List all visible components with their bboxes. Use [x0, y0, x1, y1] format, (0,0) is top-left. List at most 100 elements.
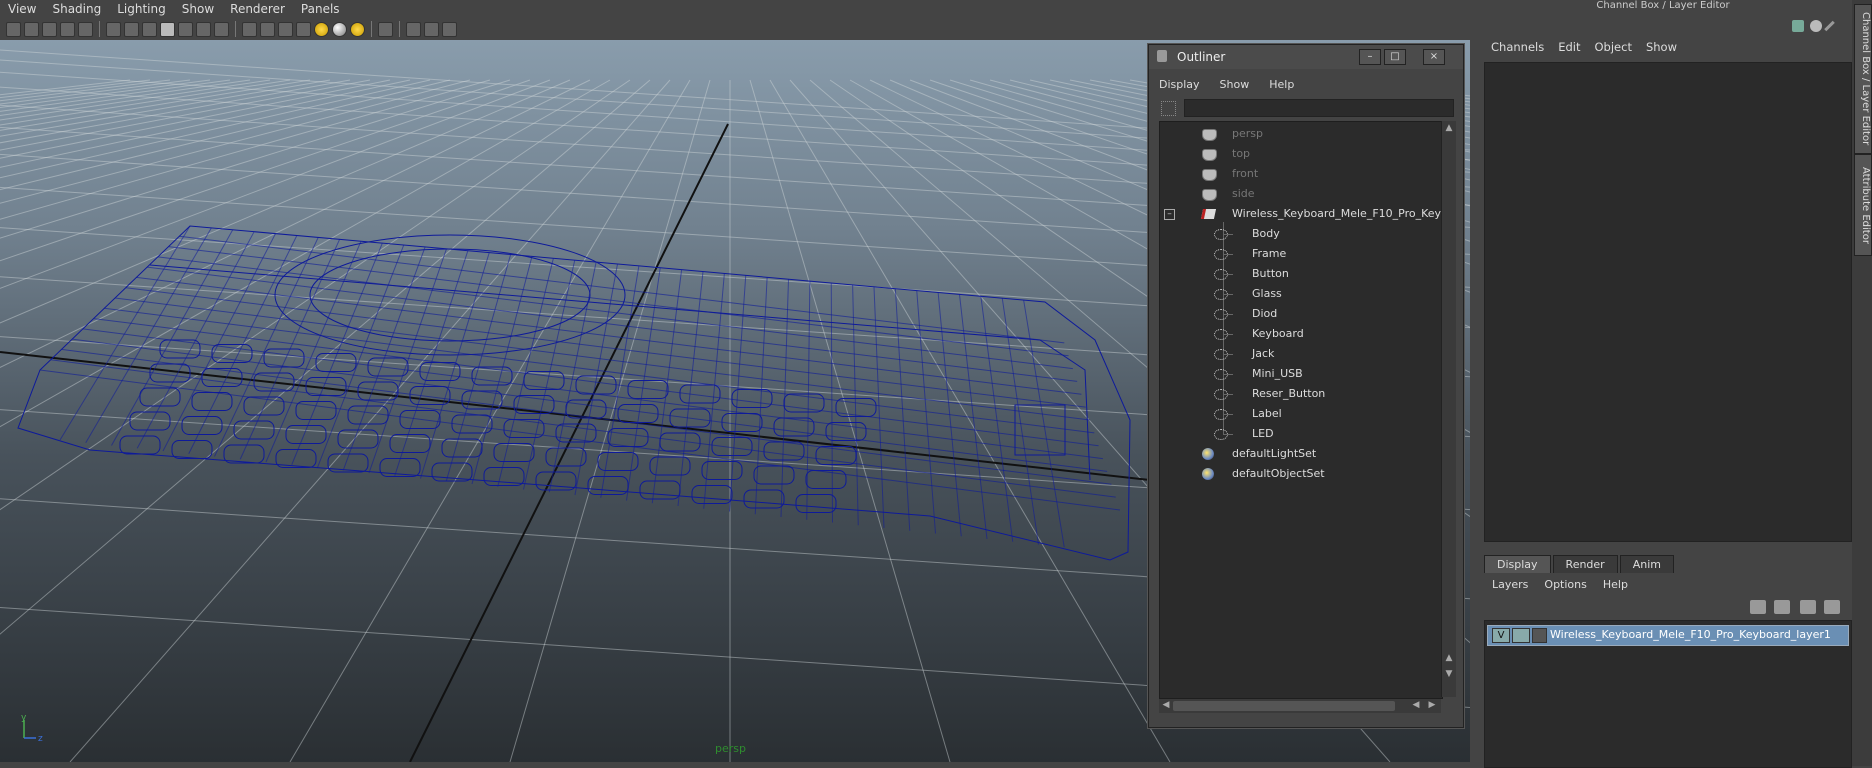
menu-lighting[interactable]: Lighting — [109, 2, 174, 16]
outliner-item-diod[interactable]: Diod — [1160, 304, 1442, 324]
grease-pencil-icon[interactable] — [78, 21, 93, 37]
film-gate-icon[interactable] — [124, 21, 139, 37]
outliner-horizontal-scrollbar[interactable]: ◀ ◀ ▶ — [1159, 699, 1441, 713]
outliner-menu-help[interactable]: Help — [1259, 75, 1304, 95]
collapse-toggle-icon[interactable]: – — [1164, 209, 1175, 220]
xray-components-icon[interactable] — [442, 21, 457, 37]
outliner-item-side[interactable]: side — [1160, 184, 1442, 204]
outliner-menu-show[interactable]: Show — [1210, 75, 1260, 95]
outliner-search-input[interactable] — [1184, 99, 1454, 117]
resolution-gate-icon[interactable] — [142, 21, 157, 37]
menu-show[interactable]: Show — [1639, 40, 1684, 54]
minimize-button[interactable]: – — [1359, 49, 1381, 65]
layer-color-swatch[interactable] — [1532, 628, 1547, 643]
outliner-item-front[interactable]: front — [1160, 164, 1442, 184]
menu-view[interactable]: View — [0, 2, 44, 16]
manipulator-icon[interactable] — [1792, 20, 1804, 32]
scroll-up-arrow-icon[interactable]: ▲ — [1442, 123, 1456, 133]
outliner-item-label: Label — [1252, 407, 1282, 420]
channel-box-layer-editor: Channel Box / Layer Editor Channels Edit… — [1474, 0, 1852, 768]
new-layer-selected-icon[interactable] — [1824, 600, 1840, 614]
tab-anim[interactable]: Anim — [1619, 555, 1674, 573]
use-all-lights-icon[interactable] — [314, 21, 329, 37]
outliner-item-button[interactable]: Button — [1160, 264, 1442, 284]
select-camera-icon[interactable] — [6, 21, 21, 37]
outliner-item-mini-usb[interactable]: Mini_USB — [1160, 364, 1442, 384]
layer-playback-toggle[interactable] — [1512, 628, 1530, 643]
grid-toggle-icon[interactable] — [106, 21, 121, 37]
outliner-item-defaultlightset[interactable]: defaultLightSet — [1160, 444, 1442, 464]
gate-mask-icon[interactable] — [160, 21, 175, 37]
layer-list: V Wireless_Keyboard_Mele_F10_Pro_Keyboar… — [1484, 620, 1852, 768]
shadows-icon[interactable] — [332, 21, 347, 37]
scroll-right-arrow-icon[interactable]: ▶ — [1425, 700, 1439, 710]
safe-action-icon[interactable] — [196, 21, 211, 37]
menu-help[interactable]: Help — [1595, 578, 1636, 591]
scroll-down-arrow-icon[interactable]: ▼ — [1442, 669, 1456, 679]
display-toggle-icon[interactable] — [1810, 20, 1822, 32]
smooth-shading-icon[interactable] — [260, 21, 275, 37]
tab-display[interactable]: Display — [1484, 555, 1551, 573]
axis-label-z: z — [38, 734, 43, 742]
move-layer-up-icon[interactable] — [1750, 600, 1766, 614]
filter-icon[interactable] — [1161, 101, 1176, 116]
scroll-up-arrow-icon[interactable]: ▲ — [1442, 653, 1456, 663]
wireframe-shading-icon[interactable] — [242, 21, 257, 37]
tab-attribute-editor[interactable]: Attribute Editor — [1854, 154, 1872, 256]
object-set-icon — [1202, 468, 1214, 480]
tab-render[interactable]: Render — [1552, 555, 1618, 573]
menu-channels[interactable]: Channels — [1484, 40, 1551, 54]
layer-editor-tabs: Display Render Anim — [1484, 555, 1674, 573]
new-layer-icon[interactable] — [1800, 600, 1816, 614]
outliner-item-keyboard[interactable]: Keyboard — [1160, 324, 1442, 344]
bookmarks-icon[interactable] — [42, 21, 57, 37]
default-light-icon[interactable] — [350, 21, 365, 37]
outliner-item-label[interactable]: Label — [1160, 404, 1442, 424]
outliner-item-label: Body — [1252, 227, 1280, 240]
outliner-item-jack[interactable]: Jack — [1160, 344, 1442, 364]
menu-renderer[interactable]: Renderer — [222, 2, 293, 16]
axis-line-x — [0, 351, 1151, 481]
isolate-select-icon[interactable] — [378, 21, 393, 37]
layer-row[interactable]: V Wireless_Keyboard_Mele_F10_Pro_Keyboar… — [1487, 625, 1849, 646]
outliner-titlebar[interactable]: Outliner – □ × — [1149, 45, 1463, 69]
menu-layers[interactable]: Layers — [1484, 578, 1536, 591]
move-layer-down-icon[interactable] — [1774, 600, 1790, 614]
outliner-item-reser-button[interactable]: Reser_Button — [1160, 384, 1442, 404]
keyboard-top-edge — [149, 264, 1091, 481]
maximize-button[interactable]: □ — [1384, 49, 1406, 65]
outliner-item-glass[interactable]: Glass — [1160, 284, 1442, 304]
menu-show[interactable]: Show — [174, 2, 222, 16]
xray-joints-icon[interactable] — [424, 21, 439, 37]
safe-title-icon[interactable] — [214, 21, 229, 37]
camera-attributes-icon[interactable] — [24, 21, 39, 37]
textured-icon[interactable] — [296, 21, 311, 37]
menu-edit[interactable]: Edit — [1551, 40, 1587, 54]
image-plane-icon[interactable] — [60, 21, 75, 37]
outliner-item-persp[interactable]: persp — [1160, 124, 1442, 144]
outliner-item-top[interactable]: top — [1160, 144, 1442, 164]
outliner-item-defaultobjectset[interactable]: defaultObjectSet — [1160, 464, 1442, 484]
outliner-item-wireless-keyboard-mele-f10-pro-keyboa[interactable]: Wireless_Keyboard_Mele_F10_Pro_Keyboa – — [1160, 204, 1442, 224]
scroll-left-arrow-icon[interactable]: ◀ — [1159, 700, 1173, 710]
xray-icon[interactable] — [406, 21, 421, 37]
pin-icon[interactable] — [1824, 20, 1835, 32]
outliner-item-led[interactable]: LED — [1160, 424, 1442, 444]
menu-panels[interactable]: Panels — [293, 2, 348, 16]
scroll-thumb[interactable] — [1173, 701, 1395, 711]
scroll-left-arrow-icon[interactable]: ◀ — [1409, 700, 1423, 710]
menu-options[interactable]: Options — [1536, 578, 1594, 591]
outliner-item-body[interactable]: Body — [1160, 224, 1442, 244]
outliner-menu-display[interactable]: Display — [1149, 75, 1210, 95]
outliner-item-frame[interactable]: Frame — [1160, 244, 1442, 264]
layer-visibility-toggle[interactable]: V — [1492, 628, 1510, 643]
channel-box-area[interactable] — [1484, 62, 1852, 542]
close-button[interactable]: × — [1423, 49, 1445, 65]
menu-shading[interactable]: Shading — [44, 2, 109, 16]
outliner-vertical-scrollbar[interactable]: ▲ ▲ ▼ — [1441, 121, 1456, 697]
outliner-tree: persp top front side Wireless_Keyboard_Mele_… — [1159, 121, 1443, 699]
field-chart-icon[interactable] — [178, 21, 193, 37]
wireframe-on-shaded-icon[interactable] — [278, 21, 293, 37]
menu-object[interactable]: Object — [1588, 40, 1639, 54]
tab-channel-box-layer-editor[interactable]: Channel Box / Layer Editor — [1854, 4, 1872, 154]
